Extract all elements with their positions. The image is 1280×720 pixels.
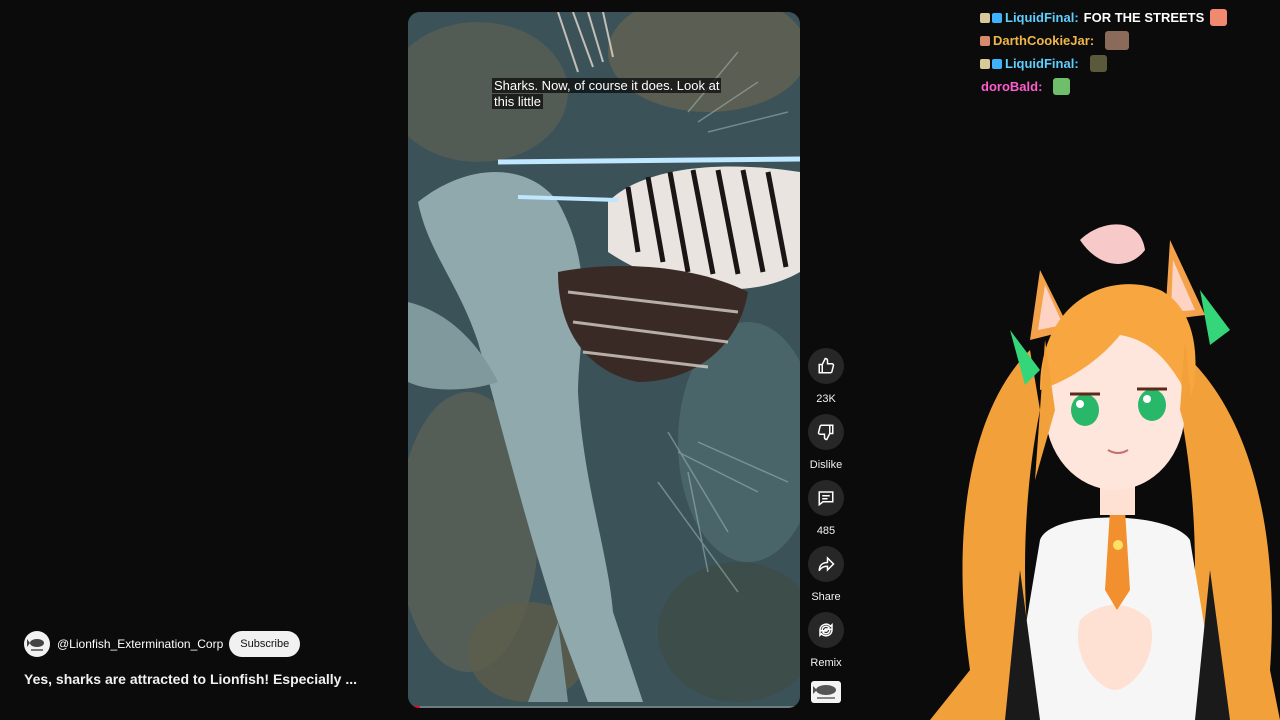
vtuber-avatar [930, 224, 1280, 720]
chat-username: LiquidFinal [1005, 56, 1075, 71]
chat-message: LiquidFinal: [980, 52, 1227, 75]
chat-username: DarthCookieJar [993, 33, 1090, 48]
video-progress-bar[interactable] [408, 706, 800, 708]
chat-separator: : [1089, 33, 1095, 48]
chat-username: LiquidFinal [1005, 10, 1075, 25]
frog-emote-icon [1053, 78, 1071, 95]
comments-button[interactable]: 485 [806, 480, 846, 537]
chat-badge-icon [980, 12, 990, 23]
chat-badge-icon [980, 58, 990, 69]
chat-username: doroBald [981, 79, 1039, 94]
remix-label: Remix [810, 657, 842, 669]
audio-source-thumbnail[interactable] [811, 681, 841, 703]
soldier-emote-icon [1089, 55, 1107, 72]
like-button[interactable]: 23K [806, 348, 846, 405]
chat-message: DarthCookieJar: [980, 29, 1227, 52]
chat-text: FOR THE STREETS [1083, 10, 1205, 25]
subscriber-badge-icon [992, 12, 1002, 23]
thumbs-down-icon [808, 414, 844, 450]
shorts-video-player[interactable]: Sharks. Now, of course it does. Look at … [408, 12, 800, 708]
channel-handle[interactable]: @Lionfish_Extermination_Corp [57, 637, 223, 651]
share-button[interactable]: Share [806, 546, 846, 603]
subscriber-badge-icon [992, 58, 1002, 69]
chat-separator: : [1038, 79, 1043, 94]
video-progress-fill [408, 706, 420, 708]
thumbs-up-icon [808, 348, 844, 384]
chat-separator: : [1074, 10, 1079, 25]
chat-message: doroBald: [980, 75, 1227, 98]
chat-badge-icon [980, 35, 990, 46]
remix-icon [808, 612, 844, 648]
like-count: 23K [816, 393, 836, 405]
cat-emote-icon [1210, 9, 1228, 26]
channel-avatar[interactable] [24, 631, 50, 657]
share-label: Share [811, 591, 841, 603]
share-icon [808, 546, 844, 582]
channel-row: @Lionfish_Extermination_Corp Subscribe [24, 631, 301, 657]
chat-message: LiquidFinal: FOR THE STREETS [980, 6, 1228, 29]
remix-button[interactable]: Remix [806, 612, 846, 669]
video-caption: Sharks. Now, of course it does. Look at … [492, 78, 722, 109]
dislike-button[interactable]: Dislike [806, 414, 846, 471]
video-frame-art [408, 12, 800, 708]
stream-chat-overlay: LiquidFinal: FOR THE STREETS DarthCookie… [980, 6, 1228, 98]
lionfish-logo-icon [27, 639, 44, 651]
dislike-label: Dislike [809, 459, 843, 471]
comment-icon [808, 480, 844, 516]
comment-count: 485 [816, 525, 836, 537]
cookie-emote-icon [1105, 31, 1130, 50]
chat-separator: : [1074, 56, 1079, 71]
subscribe-button[interactable]: Subscribe [229, 631, 301, 657]
video-title[interactable]: Yes, sharks are attracted to Lionfish! E… [24, 671, 357, 687]
